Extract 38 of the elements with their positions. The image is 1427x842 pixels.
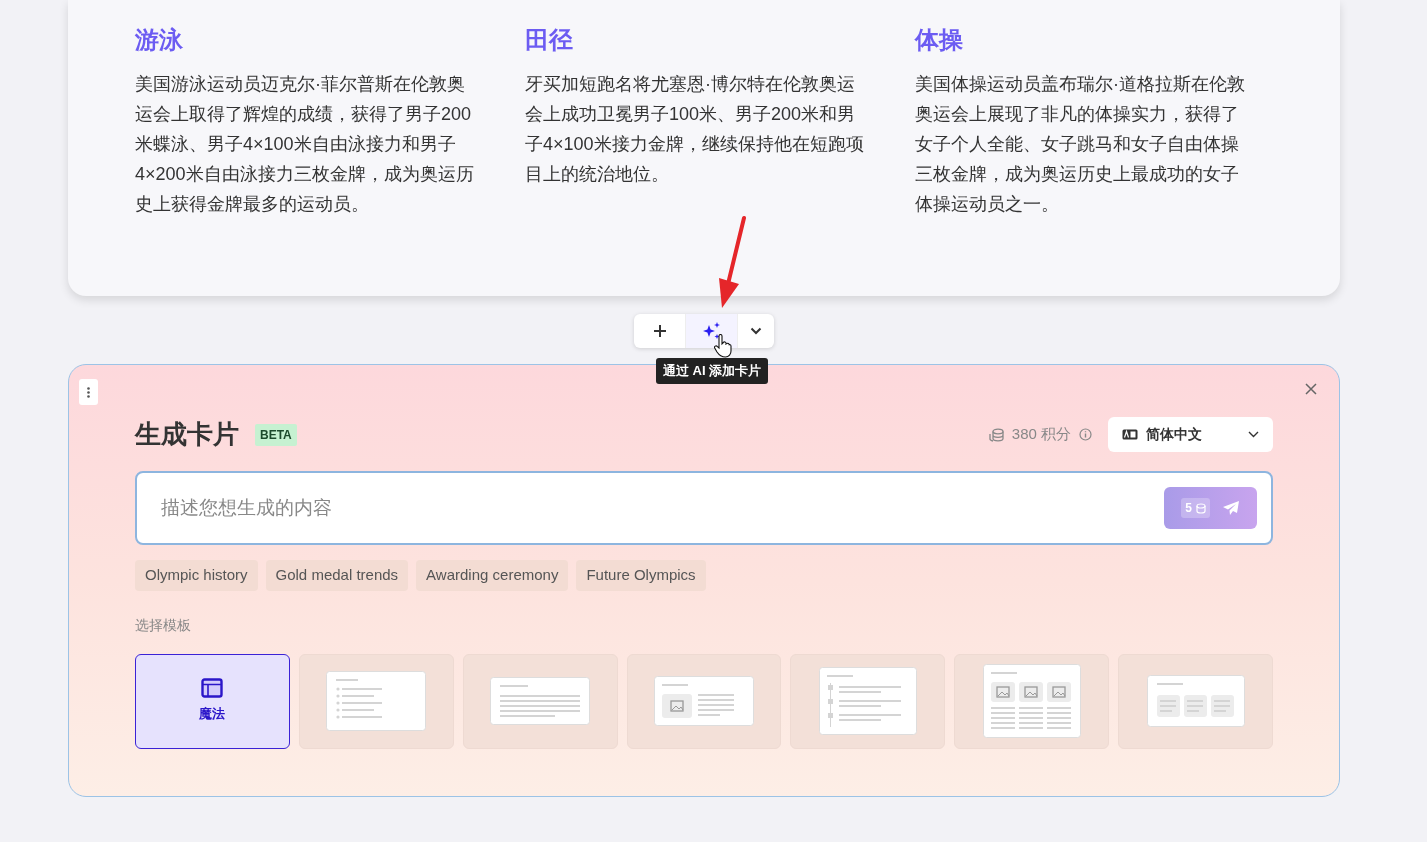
suggestion-chip[interactable]: Awarding ceremony — [416, 560, 569, 591]
section-text: 美国游泳运动员迈克尔·菲尔普斯在伦敦奥运会上取得了辉煌的成绩，获得了男子200米蝶泳、男子4×100米自由泳接力和男子4×200米自由泳接力三枚金牌，成为奥运历史上获得金牌最多的运动员。 — [135, 72, 475, 216]
credits-text: 380 积分 — [1011, 424, 1071, 445]
template-option[interactable] — [626, 653, 782, 749]
template-option[interactable] — [462, 653, 618, 749]
language-select[interactable]: 简体中文 — [1108, 417, 1273, 452]
cost-text: 5 — [1185, 500, 1192, 517]
section-heading: 游泳 — [135, 26, 183, 55]
vertical-dots-icon — [87, 386, 90, 398]
template-label: 选择模板 — [135, 615, 192, 635]
suggestion-chip[interactable]: Gold medal trends — [265, 560, 409, 591]
paper-plane-icon — [1221, 500, 1240, 516]
template-option[interactable] — [1118, 653, 1273, 749]
language-icon — [1122, 429, 1138, 440]
beta-badge: BETA — [255, 423, 297, 446]
chevron-down-icon — [1248, 431, 1259, 438]
template-option[interactable] — [298, 653, 454, 749]
suggestion-chip[interactable]: Future Olympics — [576, 560, 706, 591]
section-text: 牙买加短跑名将尤塞恩·博尔特在伦敦奥运会上成功卫冕男子100米、男子200米和男子4×100米接力金牌，继续保持他在短跑项目上的统治地位。 — [525, 72, 865, 186]
section-heading: 体操 — [915, 26, 963, 55]
sparkle-icon — [701, 321, 722, 341]
panel-title: 生成卡片 — [135, 418, 239, 451]
info-icon[interactable] — [1079, 428, 1092, 441]
coins-icon — [988, 427, 1004, 442]
section-text: 美国体操运动员盖布瑞尔·道格拉斯在伦敦奥运会上展现了非凡的体操实力，获得了女子个人全能、女子跳马和女子自由体操三枚金牌，成为奥运历史上最成功的女子体操运动员之一。 — [915, 72, 1246, 216]
template-option[interactable]: 魔法 — [135, 653, 290, 749]
menu-button[interactable] — [79, 379, 98, 405]
tooltip: 通过 AI 添加卡片 — [656, 358, 769, 384]
layout-icon — [201, 678, 224, 699]
ai-button[interactable] — [686, 314, 738, 348]
coins-icon — [1194, 502, 1206, 514]
chevron-down-icon — [750, 327, 762, 335]
plus-icon — [652, 324, 667, 338]
suggestion-chip[interactable]: Olympic history — [135, 560, 258, 591]
template-option[interactable] — [790, 653, 946, 749]
hand-cursor-icon — [714, 334, 732, 358]
template-option[interactable] — [954, 653, 1110, 749]
section-heading: 田径 — [525, 26, 573, 55]
